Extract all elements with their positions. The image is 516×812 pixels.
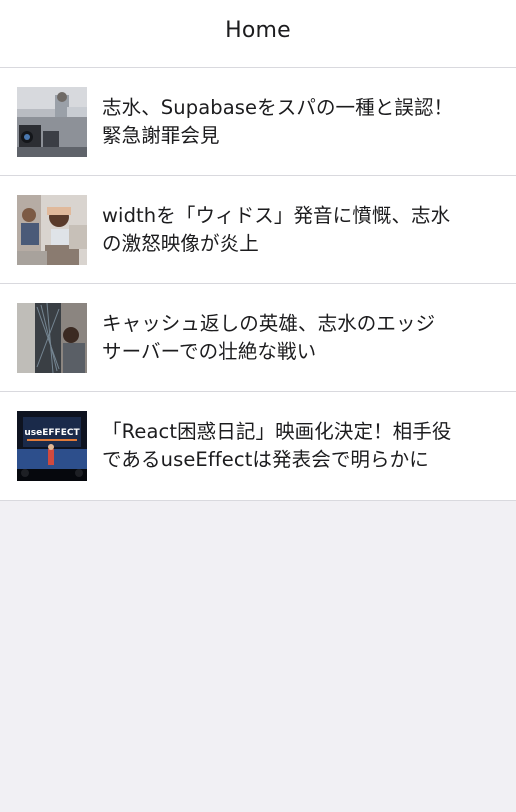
article-row-4[interactable]: useEFFECT 「React困惑日記」映画化決定！相手役 であるuseEff… bbox=[0, 392, 516, 501]
press-conference-thumbnail bbox=[17, 86, 87, 157]
article-title: 「React困惑日記」映画化決定！相手役 であるuseEffectは発表会で明ら… bbox=[102, 420, 452, 471]
article-row-1[interactable]: 志水、Supabaseをスパの一種と誤認！ 緊急謝罪会見 bbox=[0, 68, 516, 176]
article-title: widthを「ウィドス」発音に憤慨、志水 の激怒映像が炎上 bbox=[102, 203, 451, 255]
article-row-3[interactable]: キャッシュ返しの英雄、志水のエッジ サーバーでの壮絶な戦い bbox=[0, 284, 516, 392]
article-list: 志水、Supabaseをスパの一種と誤認！ 緊急謝罪会見 widthを「ウィドス… bbox=[0, 68, 516, 501]
article-title: キャッシュ返しの英雄、志水のエッジ サーバーでの壮絶な戦い bbox=[102, 311, 436, 363]
article-row-2[interactable]: widthを「ウィドス」発音に憤慨、志水 の激怒映像が炎上 bbox=[0, 176, 516, 284]
page-title: Home bbox=[225, 18, 291, 43]
article-title: 志水、Supabaseをスパの一種と誤認！ 緊急謝罪会見 bbox=[102, 95, 454, 147]
app-screen: Home 志水、Supabaseをスパの一種と誤認！ 緊急謝罪会見 widthを… bbox=[0, 0, 516, 812]
stage-presentation-thumbnail: useEFFECT bbox=[17, 411, 87, 481]
stage-screen-text: useEFFECT bbox=[24, 428, 80, 438]
frustrated-person-thumbnail bbox=[17, 194, 87, 265]
server-rack-thumbnail bbox=[17, 302, 87, 373]
navigation-bar: Home bbox=[0, 0, 516, 68]
empty-background bbox=[0, 501, 516, 811]
